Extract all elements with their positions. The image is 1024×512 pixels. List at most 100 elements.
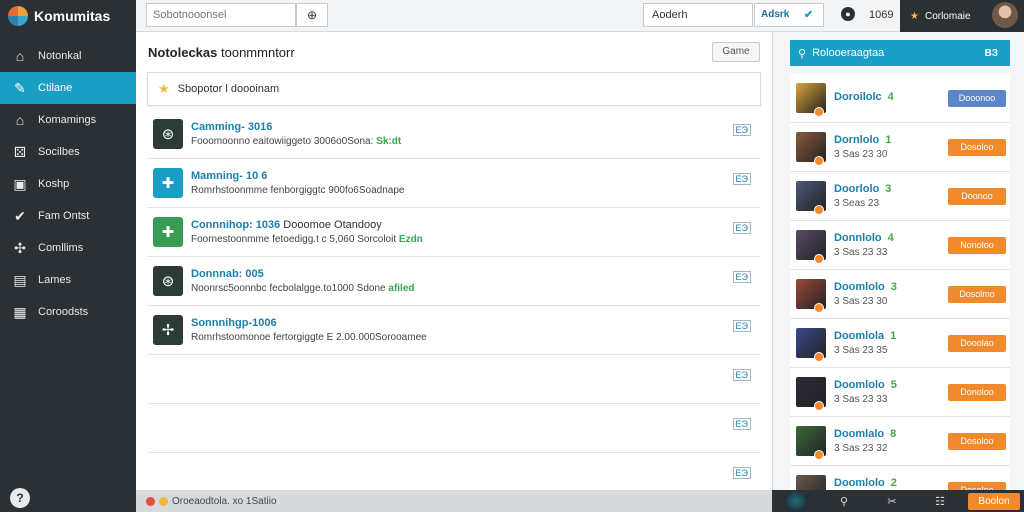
game-row[interactable]: Dornlolo 1 3 Sas 23 30 Dosoloo [790, 123, 1010, 172]
row-desc-text: Romrhstoomonoe fertorgiggte E 2.00.000So… [191, 332, 427, 343]
search-input[interactable] [146, 3, 296, 27]
game-row[interactable]: Doorlolo 3 3 Seas 23 Doonoo [790, 172, 1010, 221]
badge-icon [814, 352, 824, 362]
game-thumbnail[interactable] [796, 426, 826, 460]
chat-bubble-icon[interactable]: ● [841, 7, 855, 21]
help-button[interactable]: ? [10, 488, 30, 508]
game-thumbnail[interactable] [796, 132, 826, 166]
game-action-button[interactable]: Nonoloo [948, 237, 1006, 254]
flag-icon[interactable]: ЕЭ [732, 320, 751, 332]
list-item[interactable]: ✢ Sonnnihgp-1006 Romrhstoomonoe fertorgigg… [147, 306, 761, 355]
row-text: Connnihop: 1036 Dooomoe Otandooy Foornest… [191, 219, 423, 245]
calendar-icon: ▦ [13, 303, 27, 320]
game-thumbnail[interactable] [796, 181, 826, 215]
game-action-button[interactable]: Dooonoo [948, 90, 1006, 107]
list-item[interactable]: ✚ Mamning- 10 6 Romrhstoonmme fenborgiggtc… [147, 159, 761, 208]
game-name-line: Doroilolc 4 [834, 91, 894, 103]
sidebar-item-6[interactable]: ✣ Comllims [0, 232, 136, 264]
row-title-line: Mamning- 10 6 [191, 170, 404, 182]
game-row[interactable]: Doomlolo 3 3 Sas 23 30 Dosolmo [790, 270, 1010, 319]
game-info: Doorlolo 3 3 Seas 23 [834, 183, 891, 209]
brand[interactable]: Komumitas [0, 0, 136, 32]
game-name[interactable]: Doomlolo [834, 477, 885, 489]
flag-icon[interactable]: ЕЭ [732, 124, 751, 136]
game-name[interactable]: Doomlolo [834, 281, 885, 293]
grid-icon[interactable]: ☷ [916, 495, 964, 508]
game-name[interactable]: Doomlolo [834, 379, 885, 391]
footer-action-button[interactable]: Boolon [968, 493, 1020, 510]
game-row[interactable]: Doomlola 1 3 Sas 23 35 Dooolao [790, 319, 1010, 368]
house-icon: ⌂ [15, 112, 25, 128]
game-action-button[interactable]: Doonoo [948, 188, 1006, 205]
flag-icon[interactable]: ЕЭ [732, 467, 751, 479]
game-thumbnail[interactable] [796, 83, 826, 117]
search-button[interactable]: ⊕ [296, 3, 328, 27]
game-action-button[interactable]: Dosolmo [948, 286, 1006, 303]
gamepad-icon: ⚄ [13, 143, 27, 160]
flag-icon[interactable]: ЕЭ [732, 418, 751, 430]
ball-graphic [786, 492, 806, 510]
ball-icon[interactable] [772, 492, 820, 510]
row-title[interactable]: Mamning- 10 6 [191, 170, 267, 182]
game-action-button[interactable]: Dooolao [948, 335, 1006, 352]
sidebar-item-8[interactable]: ▦ Coroodsts [0, 296, 136, 328]
game-name[interactable]: Doroilolc [834, 91, 882, 103]
notification-count: 1069 [869, 9, 894, 21]
flag-icon[interactable]: ЕЭ [732, 271, 751, 283]
featured-item[interactable]: ★ Sbopotor l doooinam [147, 72, 761, 106]
sidebar-item-5[interactable]: ✔ Fam Ontst [0, 200, 136, 232]
sidebar-item-2[interactable]: ⌂ Komamings [0, 104, 136, 136]
flag-icon[interactable]: ЕЭ [732, 369, 751, 381]
game-name[interactable]: Doomlalo [834, 428, 884, 440]
game-thumbnail[interactable] [796, 279, 826, 313]
game-button[interactable]: Game [712, 42, 760, 62]
check-icon[interactable]: ✔ [804, 8, 813, 21]
game-info: Doomlolo 3 3 Sas 23 30 [834, 281, 897, 307]
game-name[interactable]: Doorlolo [834, 183, 879, 195]
tools-icon[interactable]: ✂ [868, 495, 916, 508]
list-item[interactable]: ✚ Connnihop: 1036 Dooomoe Otandooy Foornes… [147, 208, 761, 257]
app-title: Komumitas [34, 8, 111, 24]
address-link[interactable]: Adsrk [754, 3, 824, 27]
sidebar-item-3[interactable]: ⚄ Socilbes [0, 136, 136, 168]
flag-icon[interactable]: ЕЭ [732, 173, 751, 185]
game-action-button[interactable]: Donoloo [948, 384, 1006, 401]
user-menu[interactable]: ★ Corlomaie [900, 0, 1024, 32]
wrench-icon[interactable]: ⚲ [820, 495, 868, 508]
game-icon: ✚ [153, 168, 183, 198]
row-text: Donnnab: 005 Noonrsc5oonnbc fecbolalgge.t… [191, 268, 415, 294]
game-thumbnail[interactable] [796, 377, 826, 411]
list-item[interactable]: ⊛ Camming- 3016 Fooomoonno eaitowiiggeto 3… [147, 110, 761, 159]
game-action-button[interactable]: Dosoloo [948, 139, 1006, 156]
game-thumbnail[interactable] [796, 230, 826, 264]
flag-icon[interactable]: ЕЭ [732, 222, 751, 234]
address-input[interactable]: Aoderh [643, 3, 753, 27]
right-search-bar[interactable]: ⚲ Rolooeraagtaa ВЗ [790, 40, 1010, 66]
sidebar-item-1[interactable]: ✎ Ctilane [0, 72, 136, 104]
top-bar: ⊕ Aoderh Adsrk ✔ ● 1069 ★ Corlomaie [136, 0, 1024, 32]
avatar[interactable] [992, 2, 1018, 28]
game-action-button[interactable]: Dosoloo [948, 433, 1006, 450]
game-thumbnail[interactable] [796, 328, 826, 362]
game-row[interactable]: Doomlolo 5 3 Sas 23 33 Donoloo [790, 368, 1010, 417]
row-title[interactable]: Camming- 3016 [191, 121, 272, 133]
game-rating: 8 [890, 428, 897, 440]
game-row[interactable]: Donnlolo 4 3 Sas 23 33 Nonoloo [790, 221, 1010, 270]
page-title: Notoleckas toonmmntorr [148, 45, 295, 60]
game-name[interactable]: Donnlolo [834, 232, 882, 244]
game-name[interactable]: Doomlola [834, 330, 884, 342]
sidebar-item-4[interactable]: ▣ Koshp [0, 168, 136, 200]
game-row[interactable]: Doroilolc 4 Dooonoo [790, 74, 1010, 123]
row-title[interactable]: Connnihop: 1036 [191, 219, 280, 231]
row-title[interactable]: Sonnnihgp-1006 [191, 317, 277, 329]
sidebar-item-label: Komamings [38, 114, 97, 126]
list-item[interactable]: ⊛ Donnnab: 005 Noonrsc5oonnbc fecbolalgge.… [147, 257, 761, 306]
sidebar-item-7[interactable]: ▤ Lames [0, 264, 136, 296]
sidebar-item-0[interactable]: ⌂ Notonkal [0, 40, 136, 72]
right-search-tag: ВЗ [984, 47, 998, 59]
game-name[interactable]: Dornlolo [834, 134, 879, 146]
warning-icon [159, 496, 168, 506]
game-icon: ⊛ [153, 119, 183, 149]
row-title[interactable]: Donnnab: 005 [191, 268, 264, 280]
game-row[interactable]: Doomlalo 8 3 Sas 23 32 Dosoloo [790, 417, 1010, 466]
